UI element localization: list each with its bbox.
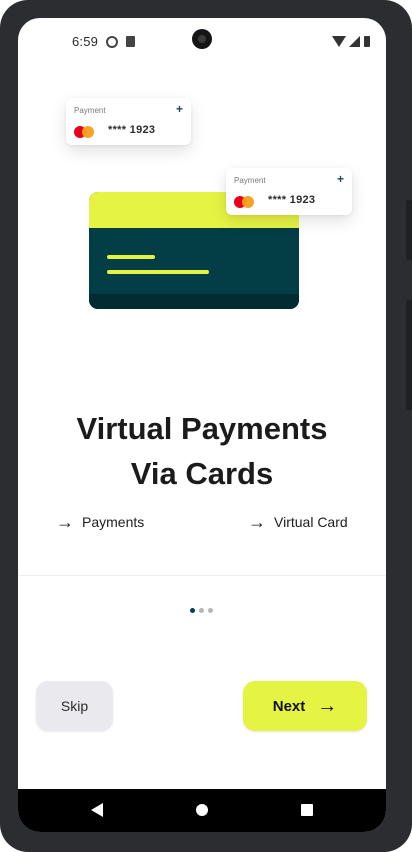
status-time: 6:59 (72, 34, 99, 49)
feature-list: → Payments → Virtual Card (56, 512, 356, 534)
mastercard-icon (74, 126, 96, 138)
data-saver-icon (106, 36, 118, 48)
feature-label: Payments (82, 514, 145, 530)
page-dot (190, 608, 195, 613)
arrow-right-icon: → (248, 512, 266, 532)
divider (18, 575, 386, 576)
card-line (107, 270, 209, 274)
onboarding-title: Virtual Payments Via Cards (18, 406, 386, 496)
payment-card-small-right: Payment + **** 1923 (226, 168, 352, 215)
page-indicator (190, 608, 214, 614)
system-nav-bar (18, 789, 386, 832)
page-dot (199, 608, 204, 613)
back-icon[interactable] (91, 803, 103, 817)
card-bottom-band (89, 294, 299, 309)
wifi-icon (332, 36, 346, 47)
plus-icon: + (336, 172, 344, 186)
title-line-2: Via Cards (130, 456, 274, 491)
power-button (406, 300, 412, 410)
plus-icon: + (175, 102, 183, 116)
recents-icon[interactable] (301, 804, 313, 816)
payment-card-title: Payment (234, 176, 266, 185)
status-bar: 6:59 (18, 18, 386, 64)
home-icon[interactable] (196, 804, 208, 816)
front-camera (192, 29, 212, 49)
card-number: **** 1923 (268, 194, 316, 206)
page-dot (208, 608, 213, 613)
arrow-right-icon: → (56, 512, 74, 532)
onboarding-illustration: Payment + **** 1923 Payment + **** 1923 (18, 78, 386, 338)
skip-button[interactable]: Skip (36, 681, 113, 731)
feature-label: Virtual Card (274, 514, 348, 530)
mastercard-icon (234, 196, 256, 208)
payment-card-small-top: Payment + **** 1923 (66, 98, 191, 145)
arrow-right-icon: → (317, 695, 338, 717)
next-label: Next (272, 697, 306, 715)
card-number: **** 1923 (108, 124, 156, 136)
sd-card-icon (126, 36, 135, 47)
status-icons (332, 36, 378, 48)
feature-item-payments: → Payments (56, 512, 145, 532)
card-line (107, 255, 155, 259)
feature-item-virtual-card: → Virtual Card (248, 512, 348, 532)
signal-icon (349, 36, 360, 47)
device-frame: 6:59 Payment + **** 1923 Payment + **** … (0, 0, 412, 852)
phone-screen: 6:59 Payment + **** 1923 Payment + **** … (18, 18, 386, 832)
payment-card-title: Payment (74, 106, 106, 115)
next-button[interactable]: Next → (243, 681, 367, 731)
battery-icon (364, 36, 370, 47)
volume-button (406, 200, 412, 260)
title-line-1: Virtual Payments (76, 411, 328, 446)
